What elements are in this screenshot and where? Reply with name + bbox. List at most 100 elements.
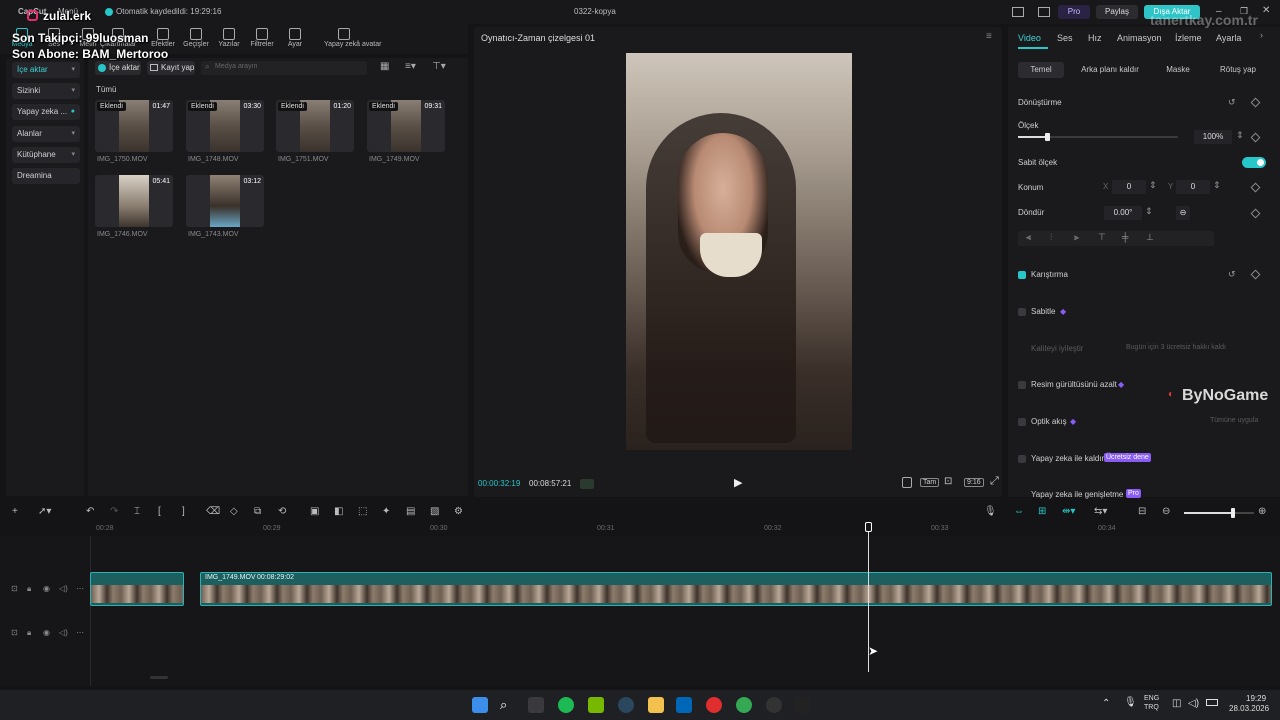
transform-heading[interactable]: Dönüştürme [1018,98,1062,107]
sidebar-item-import[interactable]: İçe aktar ▾ [12,62,80,78]
store-icon[interactable] [676,697,692,713]
rotate-dial-icon[interactable]: ⊖ [1176,206,1190,220]
subtab-retouch[interactable]: Rötuş yap [1208,62,1268,78]
align-bottom-icon[interactable]: ⊥ [1146,232,1154,243]
denoise-checkbox[interactable] [1018,381,1026,389]
language-code[interactable]: ENG [1144,695,1159,702]
split-icon[interactable]: ⌶ [134,506,140,517]
magic-icon[interactable]: ✦ [382,506,390,517]
media-item[interactable]: Eklendi 03:30 [186,100,264,152]
record-button[interactable]: Kayıt yap [147,61,195,75]
keyframe-icon[interactable] [1250,132,1261,143]
tab-animation[interactable]: Animasyon [1117,33,1162,43]
captions-tool-icon[interactable]: ▤ [406,506,415,517]
pos-x-field[interactable]: 0 [1112,180,1146,194]
screen-icon[interactable]: ⊟ [1138,506,1146,517]
stepper-icon[interactable]: ⇕ [1149,180,1157,191]
preview-axis-icon[interactable]: ⇆▾ [1094,506,1107,517]
task-view-icon[interactable] [528,697,544,713]
magnet-icon[interactable]: ⊞ [1038,506,1046,517]
sidebar-item-spaces[interactable]: Alanlar ▾ [12,126,80,142]
zoom-slider-handle[interactable] [1231,508,1235,518]
align-center-icon[interactable]: ⫶ [1050,232,1052,243]
keyboard-layout[interactable]: TRQ [1144,704,1159,711]
transform-tool-icon[interactable]: ⟲ [278,506,286,517]
reset-icon[interactable]: ↺ [1228,269,1236,280]
media-item[interactable]: Eklendi 01:47 [95,100,173,152]
align-middle-icon[interactable]: ╪ [1122,232,1128,242]
timeline-scrollbar[interactable] [150,676,168,679]
uniform-scale-toggle[interactable] [1242,157,1266,168]
chrome-icon[interactable] [736,697,752,713]
obs-icon[interactable] [766,697,782,713]
keyframe-icon[interactable] [1250,208,1261,219]
spotify-icon[interactable] [558,697,574,713]
align-top-icon[interactable]: ⊤ [1098,232,1106,243]
nvidia-icon[interactable] [588,697,604,713]
reset-icon[interactable]: ↺ [1228,97,1236,108]
snapshot-icon[interactable]: ⊡ [944,476,952,487]
tray-mic-icon[interactable]: 🎙︎ [1124,697,1137,708]
stepper-icon[interactable]: ⇕ [1213,180,1221,191]
play-icon[interactable]: ▶ [734,476,742,489]
chevron-right-icon[interactable]: › [1260,30,1263,40]
sidebar-item-library[interactable]: Kütüphane ▾ [12,147,80,163]
subtab-remove-bg[interactable]: Arka planı kaldır [1072,62,1148,78]
more-icon[interactable]: ⋯ [76,628,84,637]
stepper-icon[interactable]: ⇕ [1236,130,1244,141]
snap-icon[interactable]: ⇹▾ [1062,506,1075,517]
sidebar-item-dreamina[interactable]: Dreamina [12,168,80,184]
select-tool-icon[interactable]: ➚▾ [38,506,51,517]
apply-all-button[interactable]: Tümüne uygula [1210,417,1258,424]
filter-icon[interactable]: ⊤▾ [432,61,446,72]
search-icon[interactable]: ⌕ [500,697,516,713]
stepper-icon[interactable]: ⇕ [1145,206,1153,217]
tab-video[interactable]: Video [1018,33,1041,43]
zoom-in-icon[interactable]: ⊕ [1258,506,1266,517]
speaker-icon[interactable]: ◁) [59,584,68,593]
clock-time[interactable]: 19:29 [1246,694,1266,703]
eye-icon[interactable]: ◉ [43,584,50,593]
close-icon[interactable]: ✕ [1262,5,1270,16]
eye-icon[interactable]: ◉ [43,628,50,637]
windows-start-icon[interactable] [472,697,488,713]
delete-icon[interactable]: ⌫ [206,506,220,517]
ai-tool-icon[interactable]: ⚙ [454,506,463,517]
media-item[interactable]: 05:41 [95,175,173,227]
tab-adjust[interactable]: Ayarla [1216,33,1241,43]
align-left-icon[interactable]: ⫷ [1026,232,1031,243]
zoom-out-icon[interactable]: ⊖ [1162,506,1170,517]
lock-icon[interactable]: 🔒︎ [27,584,31,594]
track-cover-icon[interactable]: ⊡ [11,628,18,637]
timeline-ruler[interactable]: 00:28 00:29 00:30 00:31 00:32 00:33 00:3… [90,522,1280,536]
picture-icon[interactable]: ▧ [430,506,439,517]
stabilize-checkbox[interactable] [1018,308,1026,316]
ratio-button[interactable]: 9:16 [964,478,984,487]
optical-flow-checkbox[interactable] [1018,418,1026,426]
sort-icon[interactable]: ≡▾ [405,61,416,72]
crop-icon[interactable] [902,477,912,488]
scale-slider-handle[interactable] [1044,133,1050,141]
media-item[interactable]: Eklendi 09:31 [367,100,445,152]
undo-icon[interactable]: ↶ [86,506,94,517]
tool-adjust[interactable]: Ayar [277,26,313,52]
scale-value-field[interactable]: 100% [1194,130,1232,144]
align-right-icon[interactable]: ⫸ [1074,232,1079,243]
crop-tool-icon[interactable]: ⧉ [254,506,261,517]
playhead-handle[interactable] [865,522,872,532]
grid-view-icon[interactable]: ▦ [380,61,389,72]
add-track-icon[interactable]: + [12,506,18,517]
sidebar-item-yours[interactable]: Sizinki ▾ [12,83,80,99]
pro-button[interactable]: Pro [1058,5,1090,19]
quality-button[interactable]: Tam [920,478,940,487]
ai-remove-checkbox[interactable] [1018,455,1026,463]
steam-icon[interactable] [618,697,634,713]
trim-right-icon[interactable]: ] [182,506,185,517]
video-clip-selected[interactable]: IMG_1749.MOV 00:08:29:02 [200,572,1272,606]
tool-captions[interactable]: Yazılar [211,26,247,52]
tab-speed[interactable]: Hız [1088,33,1102,43]
link-icon[interactable]: ⇔ [1014,506,1024,517]
keyframe-icon[interactable] [1250,97,1261,108]
sidebar-item-ai[interactable]: Yapay zeka ... ● [12,104,80,120]
shortcut-icon[interactable] [1038,7,1050,17]
